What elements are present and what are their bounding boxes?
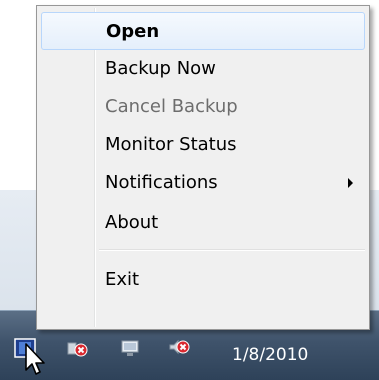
menu-item-label: Monitor Status <box>105 134 237 155</box>
context-menu: Open Backup Now Cancel Backup Monitor St… <box>36 5 370 330</box>
taskbar-clock[interactable]: 1/8/2010 <box>232 345 308 365</box>
menu-item-notifications[interactable]: Notifications <box>41 164 365 202</box>
display-icon[interactable] <box>120 338 142 358</box>
menu-item-cancel-backup: Cancel Backup <box>41 88 365 126</box>
menu-item-open[interactable]: Open <box>41 12 365 50</box>
menu-item-label: About <box>105 212 159 233</box>
menu-item-about[interactable]: About <box>41 204 365 242</box>
menu-item-label: Cancel Backup <box>105 96 238 117</box>
menu-item-monitor-status[interactable]: Monitor Status <box>41 126 365 164</box>
menu-separator <box>99 249 365 251</box>
menu-item-label: Exit <box>105 269 140 290</box>
submenu-arrow-icon <box>348 178 353 188</box>
volume-error-icon[interactable] <box>168 338 190 358</box>
menu-item-label: Open <box>106 21 160 42</box>
menu-item-label: Backup Now <box>105 58 216 79</box>
menu-item-backup-now[interactable]: Backup Now <box>41 50 365 88</box>
mouse-cursor-icon <box>25 343 45 375</box>
menu-item-label: Notifications <box>105 172 218 193</box>
menu-item-exit[interactable]: Exit <box>41 261 365 299</box>
network-error-icon[interactable] <box>66 338 88 358</box>
